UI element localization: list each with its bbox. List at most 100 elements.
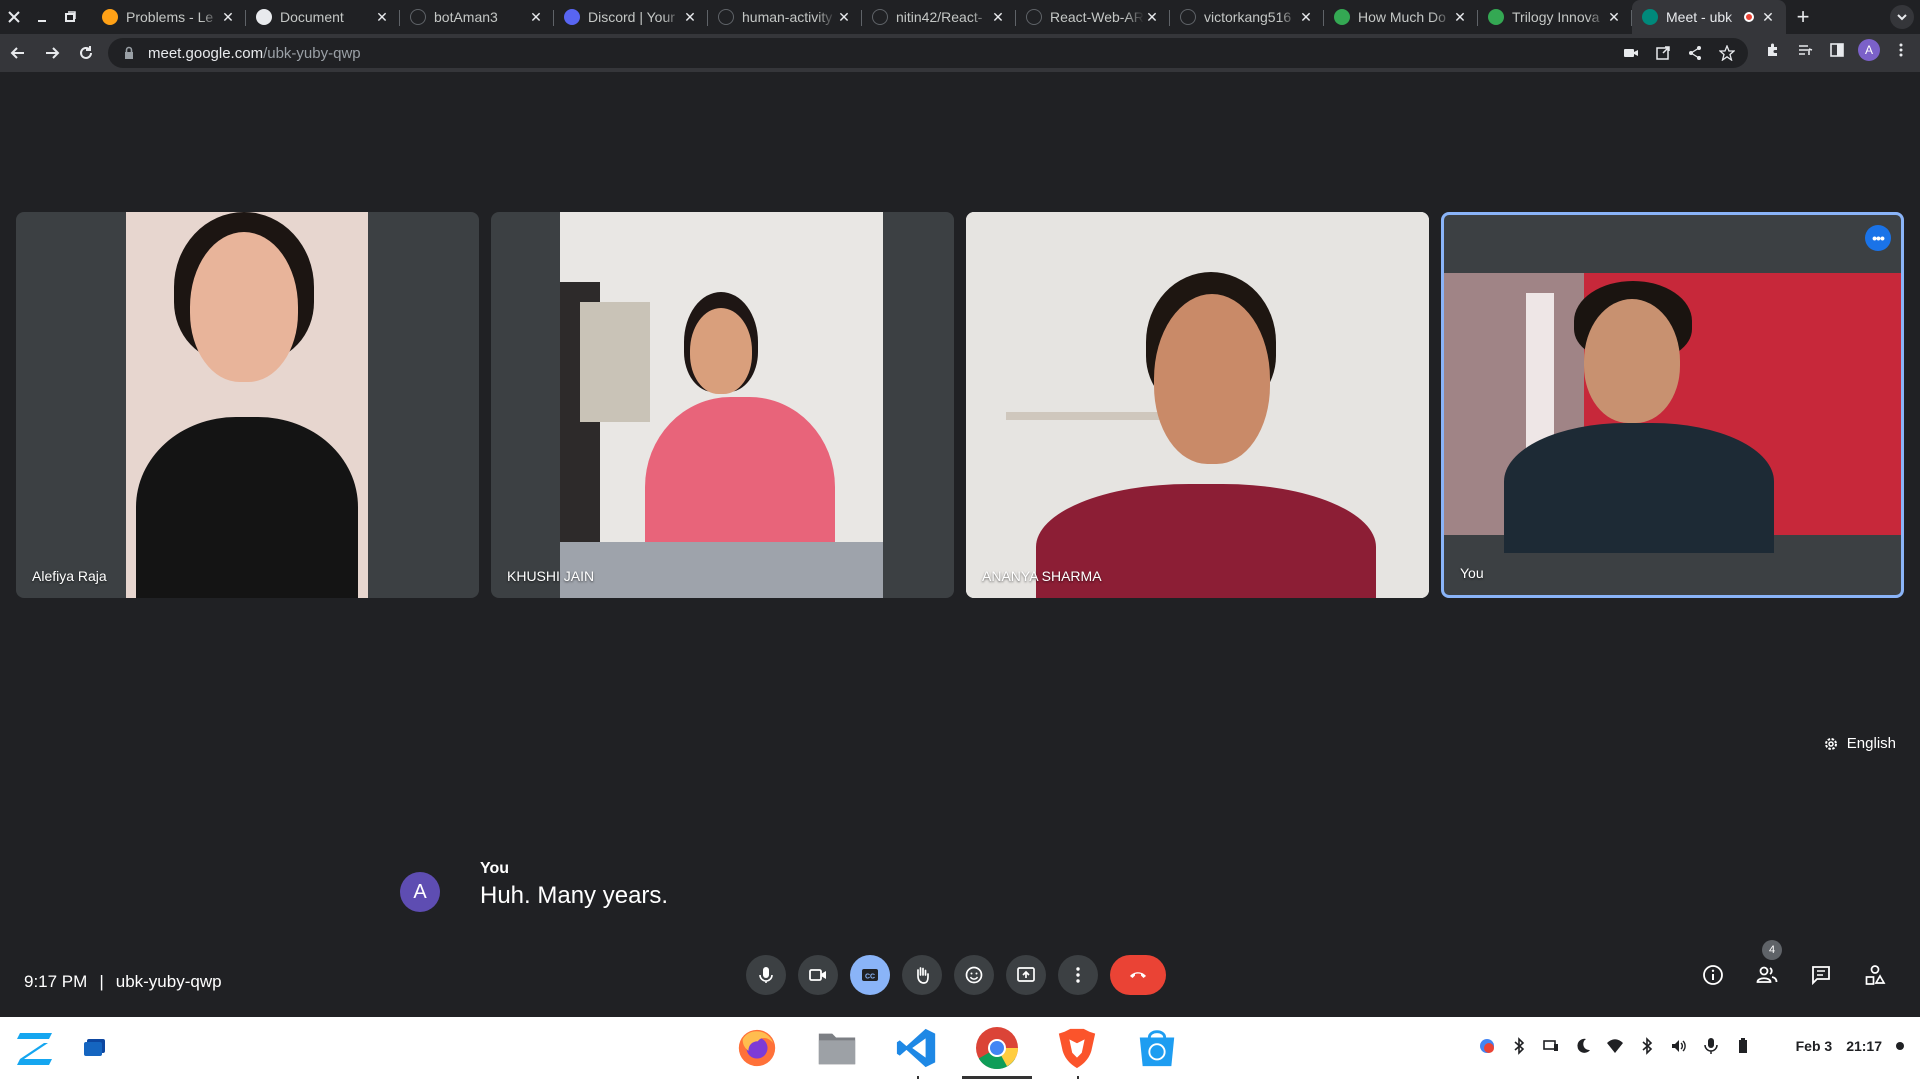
caption-language-button[interactable]: English [1823,735,1896,752]
close-tab-icon[interactable]: ✕ [682,9,698,26]
chat-button[interactable] [1806,960,1836,990]
tray-time[interactable]: 21:17 [1846,1038,1882,1054]
people-count-badge: 4 [1762,940,1782,960]
reload-button[interactable] [70,37,102,69]
close-tab-icon[interactable]: ✕ [1452,9,1468,26]
browser-tab[interactable]: Problems - Le ✕ [92,0,246,34]
chrome-menu-icon[interactable] [1890,39,1912,61]
close-tab-icon[interactable]: ✕ [1144,9,1160,26]
browser-tab[interactable]: victorkang516 ✕ [1170,0,1324,34]
browser-tab[interactable]: nitin42/React- ✕ [862,0,1016,34]
meet-stage: Alefiya Raja KHUSHI JAIN ANANYA SHARMA •… [0,72,1920,1017]
caption-avatar: A [400,872,440,912]
volume-icon[interactable] [1670,1037,1688,1055]
meet-icon [1642,9,1658,25]
side-panel-icon[interactable] [1826,39,1848,61]
minimize-window-icon[interactable] [28,0,56,34]
mic-icon [759,967,773,983]
bluetooth-tray-icon[interactable] [1510,1037,1528,1055]
firefox-icon[interactable] [734,1025,780,1071]
browser-tab[interactable]: How Much Do ✕ [1324,0,1478,34]
leave-call-button[interactable] [1110,955,1166,995]
close-tab-icon[interactable]: ✕ [990,9,1006,26]
window-switcher-icon[interactable] [84,1039,106,1057]
bookmark-star-icon[interactable] [1718,44,1736,62]
tray-date[interactable]: Feb 3 [1796,1038,1833,1054]
tab-search-button[interactable] [1890,5,1914,29]
mic-button[interactable] [746,955,786,995]
browser-tab[interactable]: Trilogy Innova ✕ [1478,0,1632,34]
app-dock [734,1025,1180,1079]
meeting-details-button[interactable] [1698,960,1728,990]
extensions-icon[interactable] [1762,39,1784,61]
tile-more-options-button[interactable]: ••• [1865,225,1891,251]
browser-tab[interactable]: Meet - ubk ✕ [1632,0,1786,34]
wifi-icon[interactable] [1606,1037,1624,1055]
close-tab-icon[interactable]: ✕ [220,9,236,26]
chrome-icon[interactable] [962,1025,1032,1079]
participant-face [690,308,752,394]
camera-button[interactable] [798,955,838,995]
zorin-logo-icon[interactable] [14,1029,58,1069]
trilogy-icon [1488,9,1504,25]
url-path: /ubk-yuby-qwp [263,44,361,62]
close-tab-icon[interactable]: ✕ [1606,9,1622,26]
close-tab-icon[interactable]: ✕ [528,9,544,26]
forward-button[interactable] [36,37,68,69]
globe-icon [256,9,272,25]
store-icon[interactable] [1134,1025,1180,1071]
self-participant-tile[interactable]: ••• You [1441,212,1904,598]
display-icon[interactable] [1542,1037,1560,1055]
microphone-icon[interactable] [1702,1037,1720,1055]
vscode-icon[interactable] [894,1025,940,1079]
files-icon[interactable] [814,1025,860,1071]
caption-block: A You Huh. Many years. [400,860,668,912]
browser-tab[interactable]: human-activity ✕ [708,0,862,34]
close-tab-icon[interactable]: ✕ [1760,9,1776,26]
profile-avatar[interactable]: A [1858,39,1880,61]
open-in-new-icon[interactable] [1654,44,1672,62]
phone-icon [1334,9,1350,25]
browser-tab[interactable]: Document ✕ [246,0,400,34]
captions-icon: CC [862,969,878,981]
restore-window-icon[interactable] [56,0,84,34]
desk [560,542,883,598]
emoji-button[interactable] [954,955,994,995]
bluetooth-icon[interactable] [1638,1037,1656,1055]
close-tab-icon[interactable]: ✕ [374,9,390,26]
more-options-button[interactable] [1058,955,1098,995]
back-button[interactable] [2,37,34,69]
hangup-icon [1130,972,1146,978]
captions-button[interactable]: CC [850,955,890,995]
new-tab-button[interactable]: + [1786,0,1820,34]
night-light-icon[interactable] [1574,1037,1592,1055]
participant-tile[interactable]: Alefiya Raja [16,212,479,598]
participant-tile[interactable]: KHUSHI JAIN [491,212,954,598]
media-queue-icon[interactable] [1794,39,1816,61]
brave-icon[interactable] [1054,1025,1100,1079]
close-tab-icon[interactable]: ✕ [836,9,852,26]
participant-tile[interactable]: ANANYA SHARMA [966,212,1429,598]
browser-tab[interactable]: Discord | Your ✕ [554,0,708,34]
address-bar[interactable]: meet.google.com/ubk-yuby-qwp [108,38,1748,68]
people-button[interactable]: 4 [1752,940,1782,990]
github-icon [718,9,734,25]
activities-button[interactable] [1860,960,1890,990]
notification-dot[interactable] [1896,1042,1904,1050]
camera-in-use-icon[interactable] [1622,44,1640,62]
activities-icon [1865,965,1886,985]
browser-tab[interactable]: React-Web-AR ✕ [1016,0,1170,34]
lock-icon[interactable] [122,46,136,60]
raise-hand-button[interactable] [902,955,942,995]
present-button[interactable] [1006,955,1046,995]
browser-tab[interactable]: botAman3 ✕ [400,0,554,34]
close-window-icon[interactable] [0,0,28,34]
close-tab-icon[interactable]: ✕ [1298,9,1314,26]
call-controls: CC [746,955,1166,995]
battery-icon[interactable] [1734,1037,1752,1055]
recording-indicator-icon[interactable] [1478,1037,1496,1055]
browser-tab-title: Document [280,9,344,25]
participant-face [190,232,298,382]
participant-video [126,212,368,598]
share-icon[interactable] [1686,44,1704,62]
